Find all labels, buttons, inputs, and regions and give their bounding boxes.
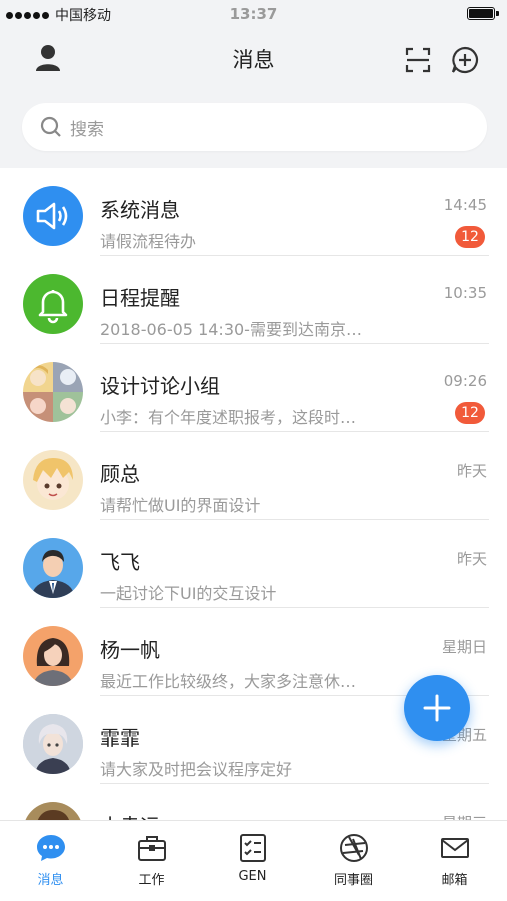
search-input[interactable]: 搜索 bbox=[22, 103, 487, 151]
aperture-icon bbox=[340, 834, 368, 862]
group-avatar bbox=[23, 362, 83, 422]
conversation-name: 杨一帆 bbox=[100, 638, 160, 662]
conversation-preview: 请假流程待办 bbox=[100, 232, 197, 251]
conversation-time: 星期日 bbox=[441, 638, 487, 656]
search-placeholder: 搜索 bbox=[70, 119, 104, 140]
man-avatar-icon bbox=[31, 550, 75, 598]
conversation-name: 小幸运 bbox=[100, 810, 160, 820]
tab-work[interactable]: 工作 bbox=[101, 821, 202, 901]
conversation-item[interactable]: 系统消息 请假流程待办 14:45 12 bbox=[0, 168, 507, 256]
anime-avatar bbox=[23, 450, 83, 510]
clock: 13:37 bbox=[229, 5, 278, 23]
bell-icon bbox=[38, 290, 68, 324]
tab-bar: 消息 工作 GEN 同事圈 邮箱 bbox=[0, 820, 507, 901]
conversation-name: 设计讨论小组 bbox=[100, 374, 220, 398]
tab-gen[interactable]: GEN bbox=[202, 821, 303, 901]
woman-avatar bbox=[23, 626, 83, 686]
plus-icon bbox=[423, 694, 451, 722]
conversation-preview: 请帮忙做UI的界面设计 bbox=[100, 496, 261, 515]
conversation-time: 星期三 bbox=[442, 812, 487, 820]
tab-label: 消息 bbox=[37, 873, 64, 888]
floating-add-button[interactable] bbox=[404, 675, 470, 741]
tab-mail[interactable]: 邮箱 bbox=[404, 821, 505, 901]
portrait-avatar-icon bbox=[23, 714, 83, 774]
conversation-time: 10:35 bbox=[443, 284, 487, 302]
conversation-time: 09:26 bbox=[443, 372, 487, 390]
chat-bubble-icon bbox=[37, 835, 65, 861]
woman-avatar-icon bbox=[33, 638, 73, 686]
group-avatar-icon bbox=[23, 362, 83, 422]
conversation-preview: 小李：有个年度述职报考，这段时… bbox=[100, 408, 357, 427]
briefcase-icon bbox=[138, 836, 166, 861]
anime-avatar-icon bbox=[33, 458, 73, 500]
conversation-name: 飞飞 bbox=[100, 550, 140, 574]
conversation-time: 昨天 bbox=[456, 550, 487, 568]
conversation-preview: 2018-06-05 14:30-需要到达南京… bbox=[100, 320, 362, 339]
anime-avatar-icon bbox=[37, 810, 69, 820]
system-avatar bbox=[23, 186, 83, 246]
scan-button[interactable] bbox=[402, 44, 434, 76]
add-chat-icon bbox=[451, 46, 479, 74]
unread-badge: 12 bbox=[455, 226, 485, 248]
checklist-icon bbox=[240, 834, 266, 862]
conversation-name: 日程提醒 bbox=[100, 286, 180, 310]
status-bar: 中国移动 13:37 bbox=[0, 0, 507, 28]
anime-avatar bbox=[23, 802, 83, 820]
unread-badge: 12 bbox=[455, 402, 485, 424]
search-icon bbox=[40, 116, 61, 137]
battery-icon bbox=[467, 7, 499, 20]
man-avatar bbox=[23, 538, 83, 598]
conversation-time: 昨天 bbox=[456, 462, 487, 480]
conversation-item[interactable]: 日程提醒 2018-06-05 14:30-需要到达南京… 10:35 bbox=[0, 256, 507, 344]
header: 消息 搜索 bbox=[0, 28, 507, 168]
conversation-item[interactable]: 飞飞 一起讨论下UI的交互设计 昨天 bbox=[0, 520, 507, 608]
mail-icon bbox=[441, 838, 469, 858]
tab-label: 邮箱 bbox=[441, 873, 468, 888]
conversation-time: 14:45 bbox=[443, 196, 487, 214]
conversation-preview: 最近工作比较级终，大家多注意休… bbox=[100, 672, 357, 691]
conversation-item[interactable]: 小幸运 星期三 bbox=[0, 784, 507, 820]
portrait-avatar bbox=[23, 714, 83, 774]
conversation-item[interactable]: 顾总 请帮忙做UI的界面设计 昨天 bbox=[0, 432, 507, 520]
conversation-preview: 请大家及时把会议程序定好 bbox=[100, 760, 293, 779]
conversation-name: 霏霏 bbox=[100, 726, 140, 750]
schedule-avatar bbox=[23, 274, 83, 334]
scan-icon bbox=[405, 47, 431, 73]
add-button[interactable] bbox=[449, 44, 481, 76]
tab-label: 工作 bbox=[138, 873, 165, 888]
conversation-preview: 一起讨论下UI的交互设计 bbox=[100, 584, 277, 603]
tab-label: GEN bbox=[238, 869, 267, 884]
conversation-item[interactable]: 设计讨论小组 小李：有个年度述职报考，这段时… 09:26 12 bbox=[0, 344, 507, 432]
tab-label: 同事圈 bbox=[333, 873, 373, 888]
conversation-name: 顾总 bbox=[100, 462, 140, 486]
speaker-icon bbox=[36, 202, 68, 230]
tab-colleagues[interactable]: 同事圈 bbox=[303, 821, 404, 901]
tab-messages[interactable]: 消息 bbox=[0, 821, 101, 901]
conversation-name: 系统消息 bbox=[100, 198, 180, 222]
